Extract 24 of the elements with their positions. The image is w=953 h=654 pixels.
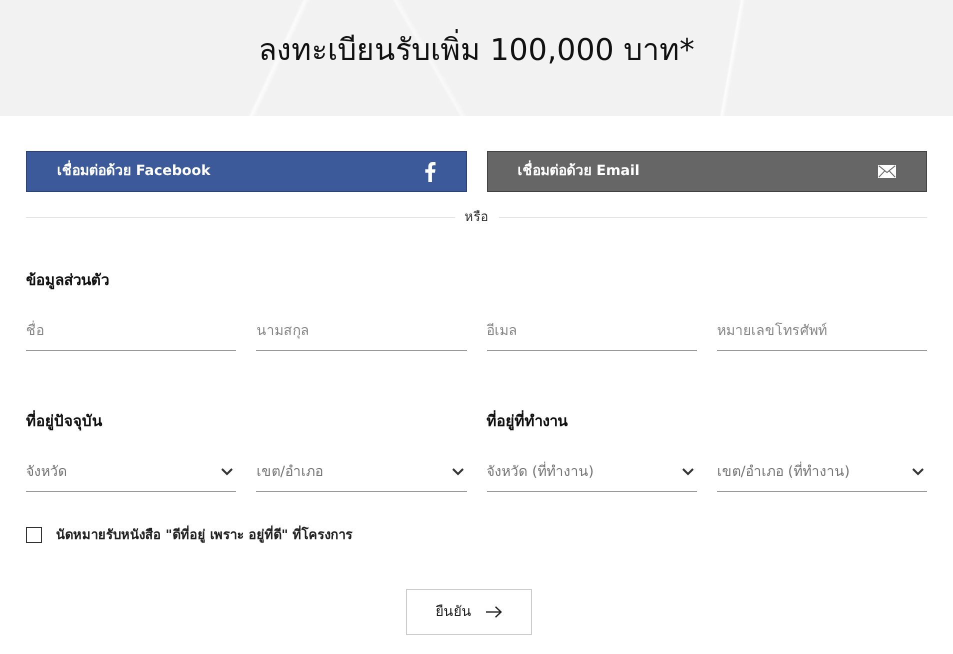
chevron-down-icon: [912, 468, 924, 476]
dropdown-field[interactable]: เขต/อำเภอ: [256, 454, 466, 492]
input-field[interactable]: อีเมล: [486, 312, 697, 350]
dropdown-field[interactable]: จังหวัด (ที่ทำงาน): [486, 454, 697, 492]
section-title: ข้อมูลส่วนตัว: [26, 270, 110, 290]
chevron-down-icon: [452, 468, 464, 476]
input-field[interactable]: นามสกุล: [256, 312, 466, 350]
submit-button[interactable]: ยืนยัน: [406, 589, 532, 635]
section-title: ที่อยู่ที่ทำงาน: [486, 410, 569, 430]
dropdown-field[interactable]: จังหวัด: [26, 454, 236, 492]
input-field[interactable]: หมายเลขโทรศัพท์: [716, 312, 927, 350]
section-title: ที่อยู่ปัจจุบัน: [26, 410, 104, 430]
chevron-down-icon: [682, 468, 694, 476]
email-connect-button[interactable]: เชื่อมต่อด้วย Email: [486, 151, 927, 192]
divider-label: หรือ: [464, 209, 488, 227]
checkbox[interactable]: [26, 527, 42, 544]
envelope-icon: [878, 165, 896, 178]
dropdown-field[interactable]: เขต/อำเภอ (ที่ทำงาน): [716, 454, 927, 492]
chevron-down-icon: [221, 468, 234, 476]
facebook-connect-button[interactable]: เชื่อมต่อด้วย Facebook: [26, 151, 466, 192]
input-field[interactable]: ชื่อ: [26, 312, 236, 350]
checkbox-label: นัดหมายรับหนังสือ "ดีที่อยู่ เพราะ อยู่ที่ดี" ที่โครงการ: [56, 526, 353, 545]
f-logo-icon: [424, 162, 436, 182]
arrow-right-icon: [486, 606, 502, 618]
